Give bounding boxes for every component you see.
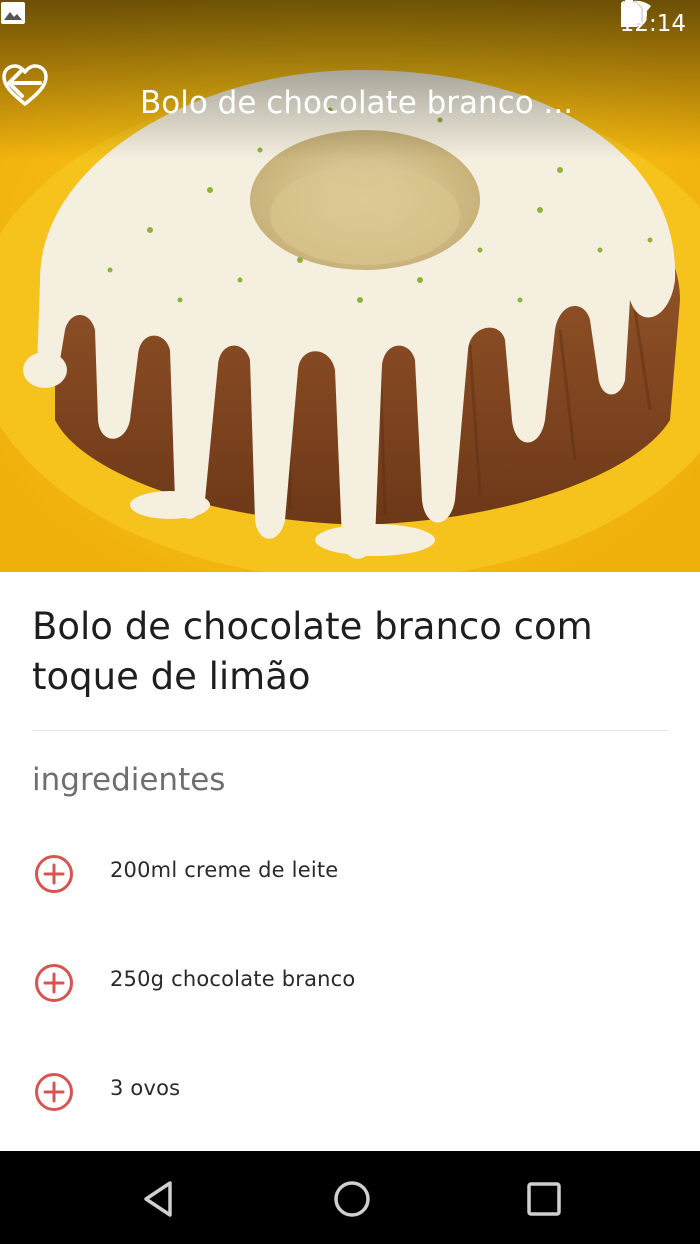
nav-back-icon[interactable] [138,1179,178,1219]
recipe-title-line1: Bolo de chocolate branco com [32,605,593,648]
status-bar: 12:14 [0,0,700,48]
hero-image: 12:14 Bolo de chocolate branco ... [0,0,700,572]
add-circle-icon[interactable] [34,854,74,894]
recipe-title-line2: toque de limão [32,655,311,698]
recipe-title: Bolo de chocolate branco com toque de li… [32,602,672,702]
divider [32,730,668,731]
add-circle-icon[interactable] [34,963,74,1003]
ingredient-item: 250g chocolate branco [0,953,700,1013]
app-bar: Bolo de chocolate branco ... [0,62,700,142]
ingredient-item: 3 ovos [0,1062,700,1122]
system-nav-bar [0,1151,700,1244]
ingredient-label: 250g chocolate branco [110,967,356,991]
nav-recents-icon[interactable] [524,1179,564,1219]
add-circle-icon[interactable] [34,1072,74,1112]
app-bar-title: Bolo de chocolate branco ... [140,85,574,121]
nav-home-icon[interactable] [332,1179,372,1219]
image-icon [1,2,25,24]
section-label-ingredients: ingredientes [32,762,226,798]
ingredient-label: 3 ovos [110,1076,181,1100]
status-icons: 12:14 [620,0,686,48]
battery-icon [620,0,637,27]
ingredient-item: 200ml creme de leite [0,844,700,904]
heart-outline-icon[interactable] [0,62,50,110]
ingredient-label: 200ml creme de leite [110,858,339,882]
